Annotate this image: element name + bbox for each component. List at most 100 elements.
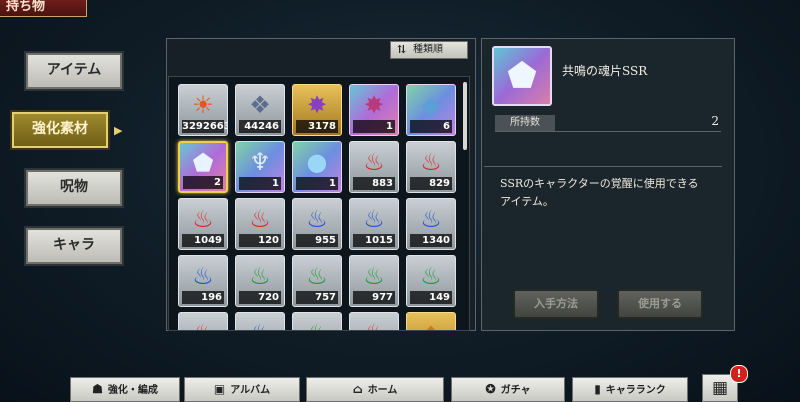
team-icon: ☗: [92, 382, 103, 396]
item-quantity: 977: [353, 291, 395, 304]
inventory-item[interactable]: ❖ 44246: [235, 84, 285, 136]
inventory-item[interactable]: ♨ 1340: [406, 198, 456, 250]
item-quantity: 2: [183, 176, 223, 189]
item-description: SSRのキャラクターの覚醒に使用できる アイテム。: [500, 177, 699, 208]
crystal-cluster-icon: ❖: [249, 91, 271, 119]
inventory-item[interactable]: ♨: [178, 312, 228, 330]
item-quantity: 6: [410, 120, 452, 133]
alert-badge: !: [730, 365, 748, 383]
nav-item-characters[interactable]: キャラ: [26, 228, 122, 264]
owned-count-label: 所持数: [495, 115, 555, 131]
item-quantity: 829: [410, 177, 452, 190]
green-flame-icon: ♨: [363, 262, 385, 290]
blue-flame-icon: ♨: [420, 205, 442, 233]
bottom-nav-gacha[interactable]: ✪ ガチャ: [451, 377, 565, 402]
bottom-nav-label: ホーム: [367, 385, 398, 396]
blue-flame-icon: ♨: [306, 205, 328, 233]
item-quantity: 1049: [182, 234, 224, 247]
bottom-nav-label: ガチャ: [500, 385, 531, 396]
flame-icon: ♨: [293, 319, 341, 330]
item-quantity: 720: [239, 291, 281, 304]
item-quantity: 149: [410, 291, 452, 304]
item-quantity: 757: [296, 291, 338, 304]
crystal-cluster-icon: ✸: [306, 91, 328, 119]
flame-icon: ♨: [350, 319, 398, 330]
inventory-item[interactable]: ♨ 829: [406, 141, 456, 193]
item-quantity: 1340: [410, 234, 452, 247]
item-quantity: 1: [296, 177, 338, 190]
bottom-nav-character-rank[interactable]: ▮ キャラランク: [572, 377, 688, 402]
inventory-item[interactable]: ♨ 757: [292, 255, 342, 307]
use-button[interactable]: 使用する: [617, 289, 703, 319]
red-flame-icon: ♨: [249, 205, 271, 233]
red-flame-icon: ♨: [420, 148, 442, 176]
item-quantity: 32926639: [182, 120, 227, 133]
item-quantity: 196: [182, 291, 224, 304]
blue-flame-icon: ♨: [363, 205, 385, 233]
inventory-item[interactable]: ♨: [235, 312, 285, 330]
inventory-item[interactable]: ♨ 1049: [178, 198, 228, 250]
inventory-item[interactable]: ♨ 1015: [349, 198, 399, 250]
item-quantity: 3178: [296, 120, 338, 133]
green-flame-icon: ♨: [306, 262, 328, 290]
inventory-item[interactable]: ☀32926639: [178, 84, 228, 136]
grid-scrollbar[interactable]: [463, 82, 467, 150]
inventory-item[interactable]: ♆ 1: [235, 141, 285, 193]
owned-count-row: 所持数 2: [495, 113, 721, 132]
flame-icon: ♨: [179, 319, 227, 330]
bottom-nav-label: 強化・編成: [107, 385, 158, 396]
bottom-nav-home[interactable]: ⌂ ホーム: [306, 377, 444, 402]
nav-item-items[interactable]: アイテム: [26, 53, 122, 89]
inventory-grid[interactable]: ☀32926639❖44246✸3178✸1◆6⬟2♆1●1♨883♨829♨1…: [168, 76, 470, 331]
item-icon: ◆: [407, 319, 455, 330]
resonance-shard-icon: ⬟: [192, 149, 214, 177]
bottom-nav-label: キャラランク: [605, 385, 666, 396]
inventory-item[interactable]: ♨ 977: [349, 255, 399, 307]
rank-icon: ▮: [594, 382, 601, 396]
item-quantity: 955: [296, 234, 338, 247]
item-quantity: 883: [353, 177, 395, 190]
inventory-item[interactable]: ♨ 120: [235, 198, 285, 250]
red-flame-icon: ♨: [363, 148, 385, 176]
item-quantity: 1: [239, 177, 281, 190]
inventory-item[interactable]: ♨: [292, 312, 342, 330]
album-icon: ▣: [213, 382, 226, 396]
green-flame-icon: ♨: [420, 262, 442, 290]
sort-icon: ⇅: [397, 43, 407, 56]
detail-divider: [484, 166, 722, 167]
orb-icon: ●: [306, 148, 328, 176]
obtain-method-button[interactable]: 入手方法: [513, 289, 599, 319]
flame-icon: ♨: [236, 319, 284, 330]
altar-icon: ♆: [249, 148, 271, 176]
inventory-item[interactable]: ♨ 149: [406, 255, 456, 307]
sun-orb-icon: ☀: [192, 91, 214, 119]
home-icon: ⌂: [352, 382, 363, 396]
inventory-item[interactable]: ♨ 720: [235, 255, 285, 307]
inventory-item[interactable]: ♨: [349, 312, 399, 330]
owned-count-value: 2: [711, 114, 719, 128]
sort-label: 種類順: [413, 44, 443, 55]
inventory-item[interactable]: ♨ 196: [178, 255, 228, 307]
bottom-nav-label: アルバム: [230, 385, 271, 396]
red-flame-icon: ♨: [192, 205, 214, 233]
inventory-item[interactable]: ● 1: [292, 141, 342, 193]
item-quantity: 44246: [239, 120, 281, 133]
item-quantity: 1: [353, 120, 395, 133]
inventory-item[interactable]: ⬟ 2: [178, 141, 228, 193]
inventory-item[interactable]: ✸ 1: [349, 84, 399, 136]
bottom-nav-team[interactable]: ☗ 強化・編成: [70, 377, 180, 402]
inventory-item[interactable]: ✸ 3178: [292, 84, 342, 136]
green-flame-icon: ♨: [249, 262, 271, 290]
gacha-icon: ✪: [485, 382, 496, 396]
shard-icon: ◆: [421, 91, 441, 119]
inventory-item[interactable]: ♨ 955: [292, 198, 342, 250]
inventory-item[interactable]: ◆: [406, 312, 456, 330]
nav-item-materials[interactable]: 強化素材: [12, 112, 108, 148]
inventory-item[interactable]: ◆ 6: [406, 84, 456, 136]
nav-item-cursed-objects[interactable]: 呪物: [26, 170, 122, 206]
nav-active-arrow-icon: ▶: [114, 124, 123, 137]
resonance-shard-icon: ⬟: [492, 46, 552, 106]
bottom-nav-album[interactable]: ▣ アルバム: [184, 377, 300, 402]
inventory-item[interactable]: ♨ 883: [349, 141, 399, 193]
sort-button[interactable]: ⇅ 種類順: [390, 41, 468, 59]
